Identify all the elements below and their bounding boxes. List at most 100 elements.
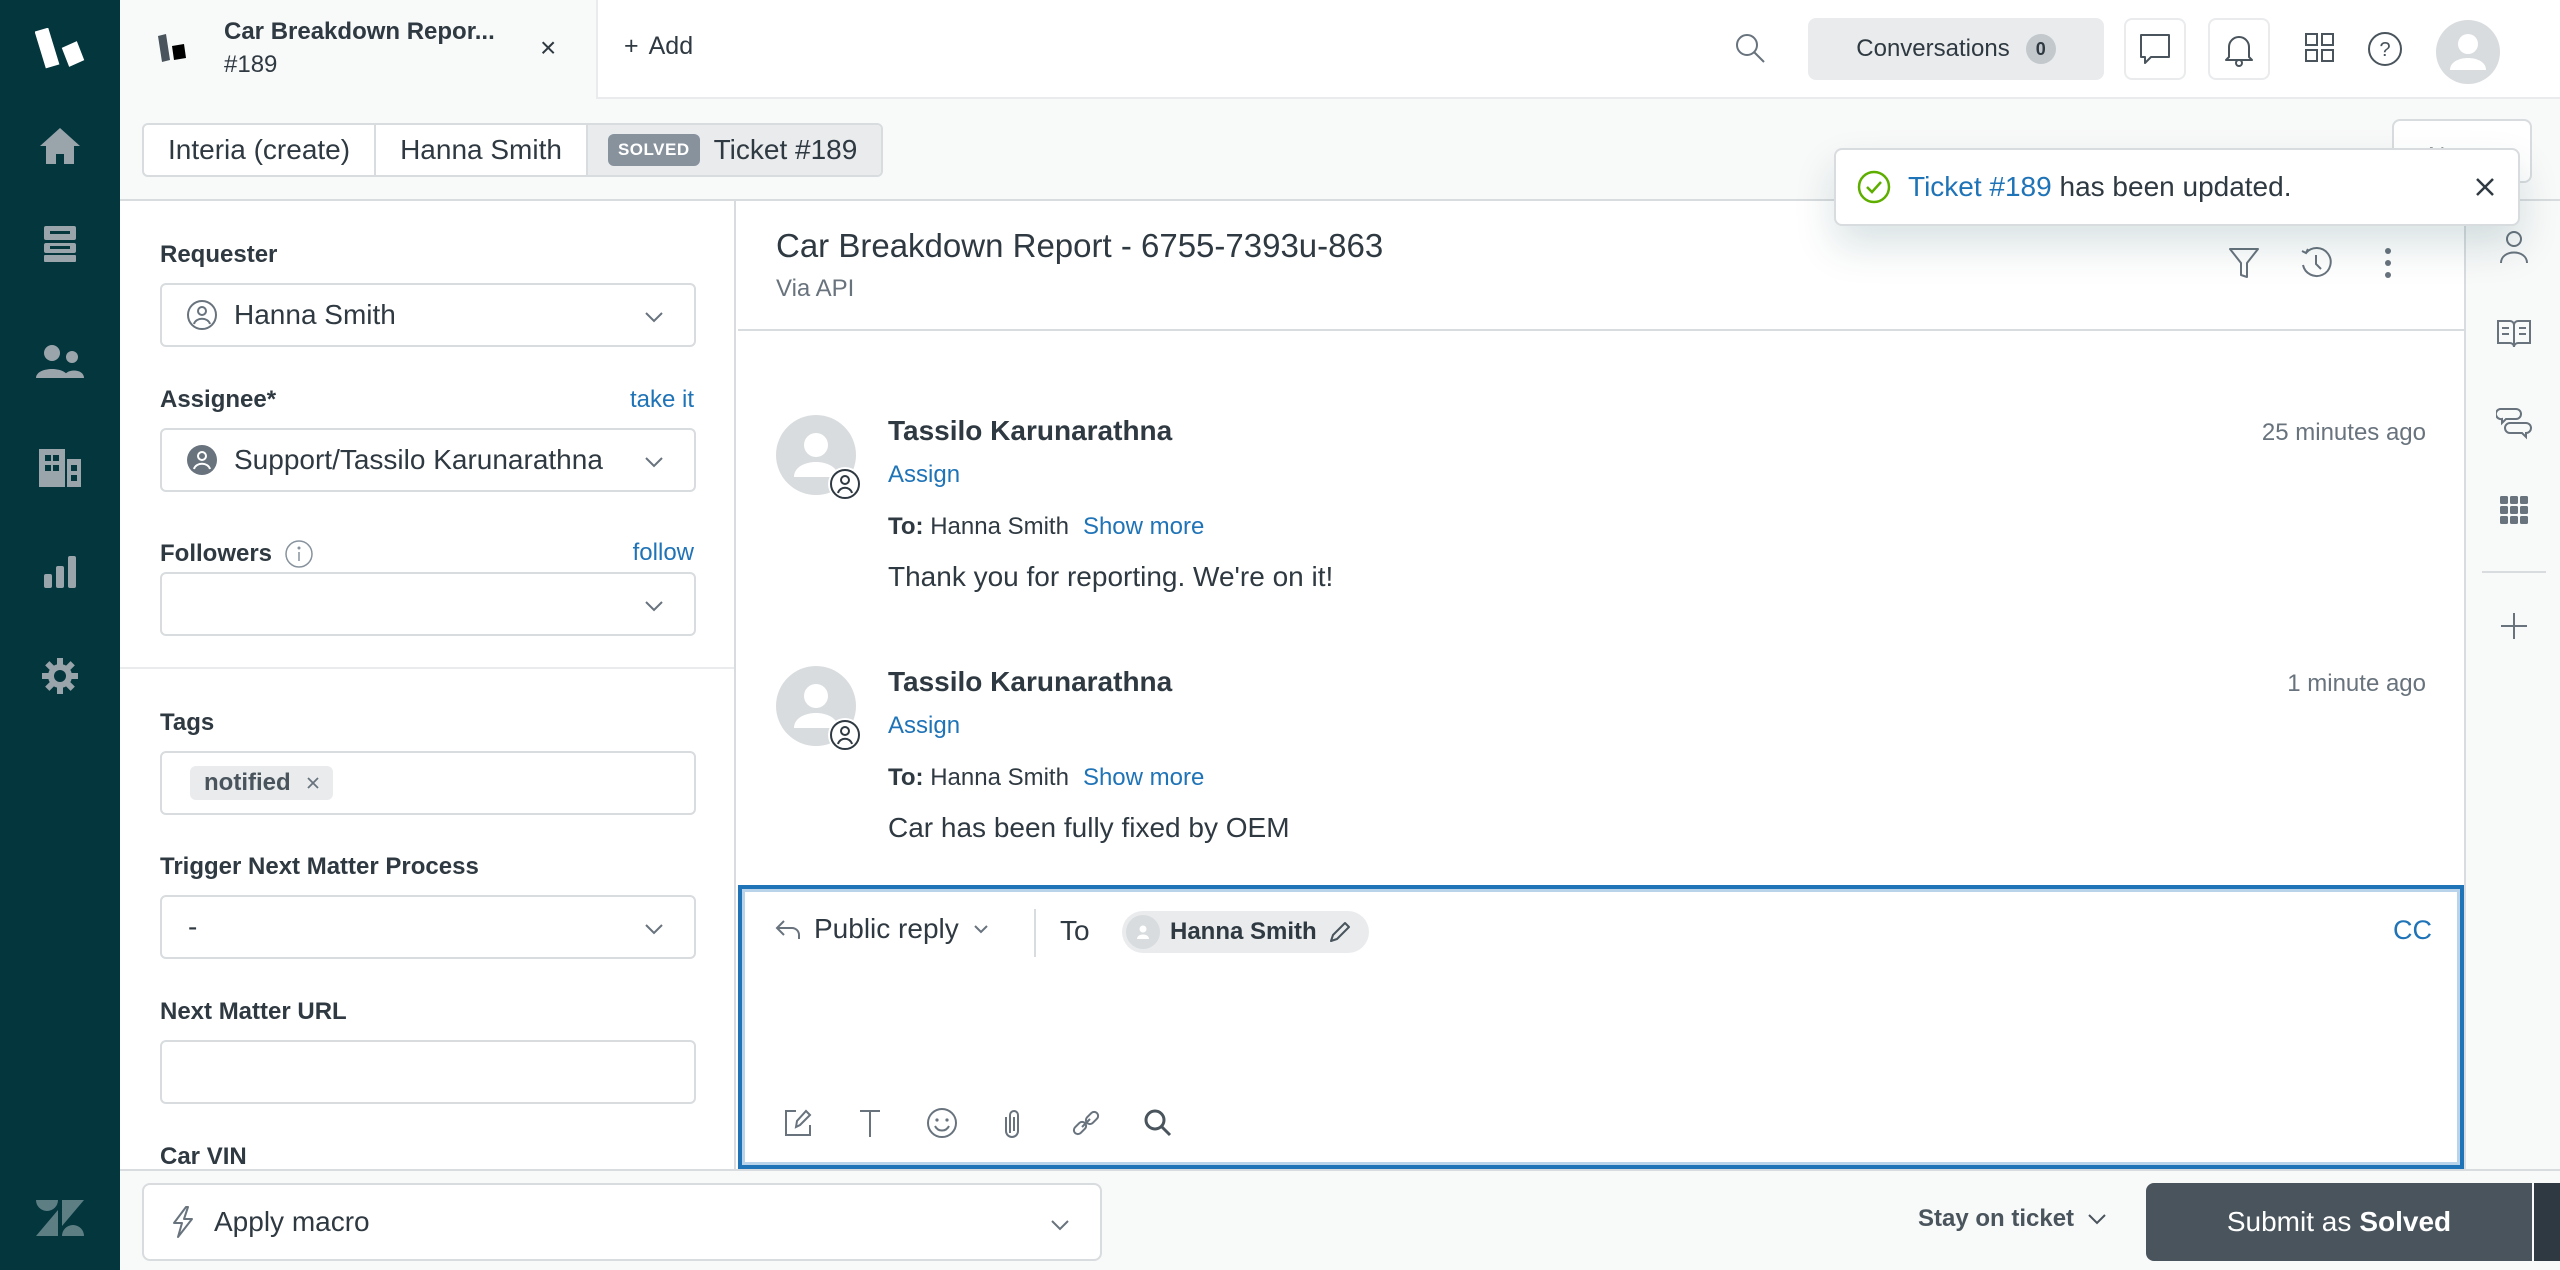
message-item: Tassilo Karunarathna Assign To: Hanna Sm… xyxy=(776,415,2426,605)
attachment-icon[interactable] xyxy=(998,1107,1030,1139)
car-vin-label: Car VIN xyxy=(160,1143,247,1169)
chevron-down-icon xyxy=(642,305,666,329)
show-more-link[interactable]: Show more xyxy=(1083,513,1204,540)
submit-options-button[interactable] xyxy=(2534,1183,2560,1261)
info-icon xyxy=(285,540,313,568)
breadcrumb-organization[interactable]: Interia (create) xyxy=(144,125,377,175)
history-icon[interactable] xyxy=(2298,245,2334,281)
zendesk-logo-icon[interactable] xyxy=(0,1178,120,1258)
agent-badge-icon xyxy=(828,467,862,501)
add-tab-button[interactable]: + Add xyxy=(624,32,693,61)
update-toast: Ticket #189 has been updated. xyxy=(1834,148,2520,226)
link-icon[interactable] xyxy=(1070,1107,1102,1139)
text-format-icon[interactable] xyxy=(854,1107,886,1139)
assignee-field[interactable]: Support/Tassilo Karunarathna xyxy=(160,428,696,492)
conversations-label: Conversations xyxy=(1856,35,2010,62)
more-options-icon[interactable] xyxy=(2370,245,2406,281)
trigger-select[interactable]: - xyxy=(160,895,696,959)
side-conversations-icon[interactable] xyxy=(2466,405,2560,441)
tags-field[interactable]: notified xyxy=(160,751,696,815)
apps-grid-icon[interactable] xyxy=(2302,30,2338,66)
chevron-down-icon xyxy=(642,917,666,941)
conversations-button[interactable]: Conversations 0 xyxy=(1808,18,2104,80)
assign-link[interactable]: Assign xyxy=(888,712,960,740)
ticket-properties-panel: Requester Hanna Smith Assignee* take it … xyxy=(120,201,736,1169)
message-body: Thank you for reporting. We're on it! xyxy=(888,561,1334,592)
requester-field[interactable]: Hanna Smith xyxy=(160,283,696,347)
to-label: To: xyxy=(888,764,924,791)
tags-label: Tags xyxy=(160,709,215,736)
remove-tag-icon[interactable] xyxy=(305,775,321,791)
ticket-tab-icon xyxy=(156,34,190,64)
svg-text:?: ? xyxy=(2379,39,2390,61)
show-more-link[interactable]: Show more xyxy=(1083,764,1204,791)
nav-home-icon[interactable] xyxy=(0,106,120,186)
ticket-tab[interactable]: Car Breakdown Repor... #189 × xyxy=(120,0,598,99)
take-it-link[interactable]: take it xyxy=(630,386,694,414)
chat-button[interactable] xyxy=(2124,18,2186,80)
assignee-label: Assignee* xyxy=(160,386,277,413)
compose-edit-icon[interactable] xyxy=(782,1107,814,1139)
breadcrumb-requester[interactable]: Hanna Smith xyxy=(376,125,588,175)
reply-arrow-icon xyxy=(775,920,800,939)
composer-toolbar xyxy=(782,1107,1174,1139)
to-value: Hanna Smith xyxy=(930,764,1069,791)
edit-pencil-icon[interactable] xyxy=(1327,919,1353,945)
apply-macro-dropdown[interactable]: Apply macro xyxy=(142,1183,1102,1261)
nav-organizations-icon[interactable] xyxy=(0,428,120,508)
status-badge: SOLVED xyxy=(607,134,700,166)
url-input[interactable] xyxy=(160,1040,696,1104)
follow-link[interactable]: follow xyxy=(633,539,694,567)
nav-admin-gear-icon[interactable] xyxy=(0,636,120,716)
breadcrumb-ticket[interactable]: SOLVED Ticket #189 xyxy=(587,125,882,175)
message-author[interactable]: Tassilo Karunarathna xyxy=(888,666,1172,698)
emoji-icon[interactable] xyxy=(926,1107,958,1139)
nav-views-icon[interactable] xyxy=(0,204,120,284)
submit-button[interactable]: Submit as Solved xyxy=(2146,1183,2532,1261)
close-toast-icon[interactable] xyxy=(2470,172,2500,202)
bell-icon xyxy=(2225,36,2253,67)
lightning-icon xyxy=(173,1206,193,1238)
message-author[interactable]: Tassilo Karunarathna xyxy=(888,415,1172,447)
message-body: Car has been fully fixed by OEM xyxy=(888,812,1290,843)
breadcrumb-ticket-label: Ticket #189 xyxy=(713,134,858,165)
knowledge-search-icon[interactable] xyxy=(1142,1107,1174,1139)
nav-reporting-icon[interactable] xyxy=(0,532,120,612)
chat-icon xyxy=(2140,34,2170,64)
submit-prefix: Submit as xyxy=(2226,1206,2352,1237)
recipient-chip[interactable]: Hanna Smith xyxy=(1122,911,1369,953)
followers-field[interactable] xyxy=(160,572,696,636)
add-app-plus-icon[interactable] xyxy=(2466,611,2560,641)
search-icon[interactable] xyxy=(1732,30,1768,66)
top-bar: Car Breakdown Repor... #189 × + Add Conv… xyxy=(120,0,2560,99)
assign-link[interactable]: Assign xyxy=(888,461,960,489)
cc-link[interactable]: CC xyxy=(2393,915,2432,946)
notifications-button[interactable] xyxy=(2208,18,2270,80)
user-avatar[interactable] xyxy=(2436,20,2500,84)
stay-on-ticket-dropdown[interactable]: Stay on ticket xyxy=(1918,1205,2108,1233)
followers-label: Followers xyxy=(160,540,273,567)
toast-ticket-link[interactable]: Ticket #189 xyxy=(1908,171,2052,202)
close-tab-icon[interactable]: × xyxy=(540,32,556,64)
customer-context-icon[interactable] xyxy=(2466,229,2560,265)
message-item: Tassilo Karunarathna Assign To: Hanna Sm… xyxy=(776,666,2426,856)
url-label: Next Matter URL xyxy=(160,998,347,1025)
plus-icon: + xyxy=(624,32,639,60)
reply-composer[interactable]: Public reply To Hanna Smith CC xyxy=(738,885,2464,1169)
user-avatar-icon xyxy=(2450,34,2486,70)
breadcrumb: Interia (create) Hanna Smith SOLVED Tick… xyxy=(142,123,884,177)
trigger-label: Trigger Next Matter Process xyxy=(160,853,479,880)
nav-customers-icon[interactable] xyxy=(0,322,120,402)
help-icon[interactable]: ? xyxy=(2366,30,2404,68)
filter-icon[interactable] xyxy=(2226,245,2262,281)
message-recipients: To: Hanna Smith Show more xyxy=(888,764,1204,792)
ticket-title[interactable]: Car Breakdown Report - 6755-7393u-863 xyxy=(776,227,1383,265)
apps-icon[interactable] xyxy=(2466,495,2560,525)
ticket-footer: Apply macro Stay on ticket Submit as Solv… xyxy=(120,1169,2560,1270)
zendesk-product-logo[interactable] xyxy=(0,10,120,90)
recipient-avatar-icon xyxy=(1126,915,1160,949)
knowledge-book-icon[interactable] xyxy=(2466,317,2560,349)
agent-avatar-icon xyxy=(187,445,217,475)
context-panel-rail xyxy=(2464,201,2560,1169)
reply-type-dropdown[interactable]: Public reply xyxy=(774,913,991,945)
